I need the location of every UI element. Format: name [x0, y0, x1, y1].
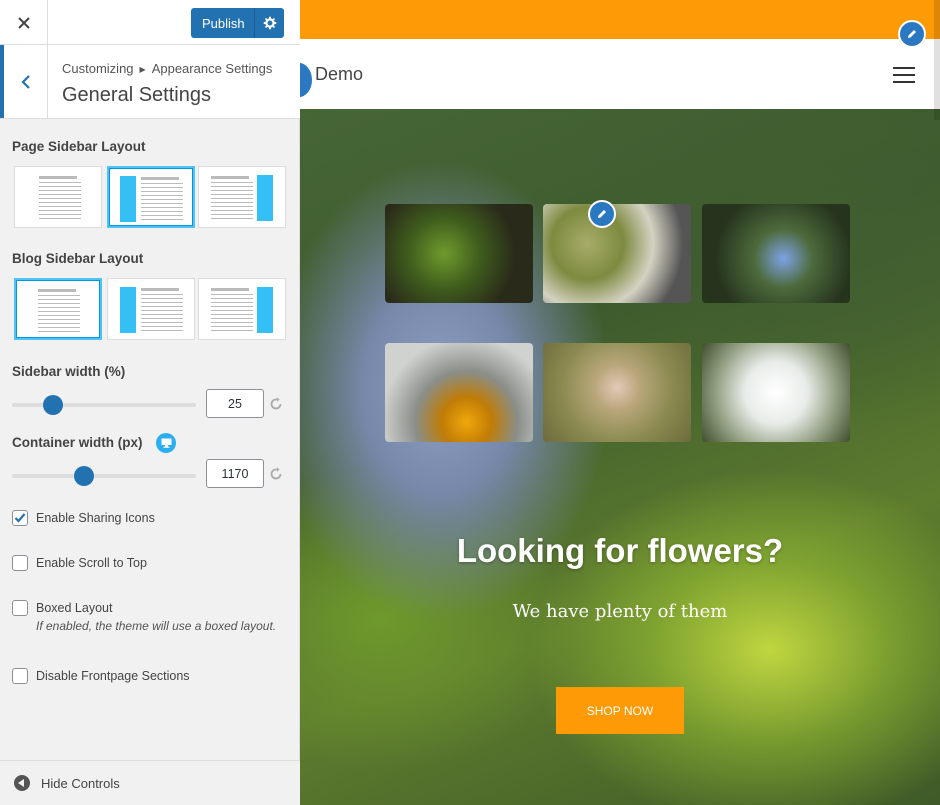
boxed-layout-checkbox[interactable] — [12, 600, 28, 616]
sidebar-width-slider[interactable] — [43, 395, 64, 415]
container-width-slider[interactable] — [74, 466, 95, 486]
gear-icon — [263, 16, 276, 30]
publish-label: Publish — [202, 15, 245, 31]
publish-button[interactable]: Publish — [191, 8, 284, 38]
sidebar-width-track[interactable] — [12, 403, 196, 407]
enable-scroll-to-top-option[interactable]: Enable Scroll to Top — [12, 555, 147, 571]
site-name[interactable]: Demo — [315, 64, 363, 85]
gallery-image[interactable] — [702, 343, 850, 442]
blog-layout-left-sidebar[interactable] — [107, 278, 195, 340]
page-layout-no-sidebar[interactable] — [14, 166, 102, 228]
blog-sidebar-layout-label: Blog Sidebar Layout — [12, 251, 144, 266]
customizer-panel: Publish Customizing ▶ Appearance Settings … — [0, 0, 300, 805]
breadcrumb-section: Appearance Settings — [151, 61, 273, 76]
chevron-left-icon — [20, 74, 30, 89]
reset-icon[interactable] — [268, 466, 284, 482]
top-bar — [300, 0, 940, 39]
preview-scrollbar[interactable] — [934, 0, 940, 120]
shop-now-button[interactable]: SHOP NOW — [556, 687, 684, 734]
hamburger-line — [893, 67, 915, 69]
publish-settings-button[interactable] — [255, 16, 284, 30]
boxed-layout-label: Boxed Layout — [36, 601, 113, 615]
close-button[interactable] — [0, 0, 48, 45]
breadcrumb-parent: Customizing — [62, 61, 134, 76]
site-logo-icon[interactable] — [300, 63, 312, 97]
enable-sharing-icons-checkbox[interactable] — [12, 510, 28, 526]
layout-heading — [211, 288, 249, 291]
site-header: Demo — [300, 39, 940, 109]
hide-controls-label: Hide Controls — [41, 775, 120, 791]
enable-scroll-to-top-label: Enable Scroll to Top — [36, 556, 147, 570]
enable-sharing-icons-option[interactable]: Enable Sharing Icons — [12, 510, 155, 526]
layout-heading — [39, 176, 77, 179]
reset-icon[interactable] — [268, 396, 284, 412]
edit-header-pencil-icon[interactable] — [898, 20, 926, 48]
desktop-icon[interactable] — [156, 433, 176, 453]
checkmark-icon — [14, 513, 26, 523]
layout-heading — [141, 177, 179, 180]
disable-frontpage-sections-label: Disable Frontpage Sections — [36, 669, 190, 683]
menu-toggle[interactable] — [893, 67, 915, 88]
page-layout-right-sidebar[interactable] — [198, 166, 286, 228]
boxed-layout-description: If enabled, the theme will use a boxed l… — [36, 619, 277, 633]
hamburger-line — [893, 81, 915, 83]
layout-sidebar-block — [120, 287, 136, 333]
boxed-layout-option[interactable]: Boxed Layout — [12, 600, 112, 616]
section-breadcrumb: Customizing ▶ Appearance Settings General … — [0, 45, 300, 119]
hide-controls-button[interactable]: Hide Controls — [0, 760, 300, 805]
gallery-image[interactable] — [543, 343, 691, 442]
container-width-label: Container width (px) — [12, 435, 143, 450]
layout-sidebar-block — [257, 175, 273, 221]
site-preview: Demo Looking for flowers? We have plenty… — [300, 0, 940, 805]
layout-sidebar-block — [257, 287, 273, 333]
layout-sidebar-block — [120, 176, 136, 222]
hero-subtitle: We have plenty of them — [512, 601, 728, 622]
layout-content-lines — [211, 294, 253, 331]
breadcrumb-arrow-icon: ▶ — [139, 65, 146, 74]
enable-scroll-to-top-checkbox[interactable] — [12, 555, 28, 571]
sidebar-width-input[interactable]: 25 — [206, 389, 264, 418]
disable-frontpage-sections-checkbox[interactable] — [12, 668, 28, 684]
back-button[interactable] — [0, 45, 48, 118]
gallery-image[interactable] — [702, 204, 850, 303]
layout-content-lines — [211, 182, 253, 219]
page-layout-left-sidebar[interactable] — [107, 166, 195, 228]
close-icon — [17, 16, 30, 29]
collapse-arrow-icon — [14, 775, 30, 791]
layout-heading — [38, 289, 76, 292]
container-width-input[interactable]: 1170 — [206, 459, 264, 488]
enable-sharing-icons-label: Enable Sharing Icons — [36, 511, 155, 525]
layout-content-lines — [141, 294, 183, 331]
hamburger-line — [893, 74, 915, 76]
hero-title: Looking for flowers? — [456, 532, 784, 569]
blog-layout-no-sidebar[interactable] — [14, 278, 102, 340]
panel-header: Publish — [0, 0, 300, 45]
gallery-image[interactable] — [385, 343, 533, 442]
layout-heading — [211, 176, 249, 179]
sidebar-width-label: Sidebar width (%) — [12, 364, 126, 379]
panel-title: General Settings — [62, 84, 211, 106]
page-sidebar-layout-label: Page Sidebar Layout — [12, 139, 146, 154]
breadcrumb: Customizing ▶ Appearance Settings — [62, 61, 272, 76]
layout-content-lines — [39, 182, 81, 219]
blog-layout-right-sidebar[interactable] — [198, 278, 286, 340]
gallery-image[interactable] — [385, 204, 533, 303]
gallery-image[interactable] — [543, 204, 691, 303]
layout-content-lines — [38, 295, 80, 332]
edit-gallery-pencil-icon[interactable] — [588, 200, 616, 228]
disable-frontpage-sections-option[interactable]: Disable Frontpage Sections — [12, 668, 190, 684]
layout-content-lines — [141, 183, 183, 220]
layout-heading — [141, 288, 179, 291]
container-width-track[interactable] — [12, 474, 196, 478]
